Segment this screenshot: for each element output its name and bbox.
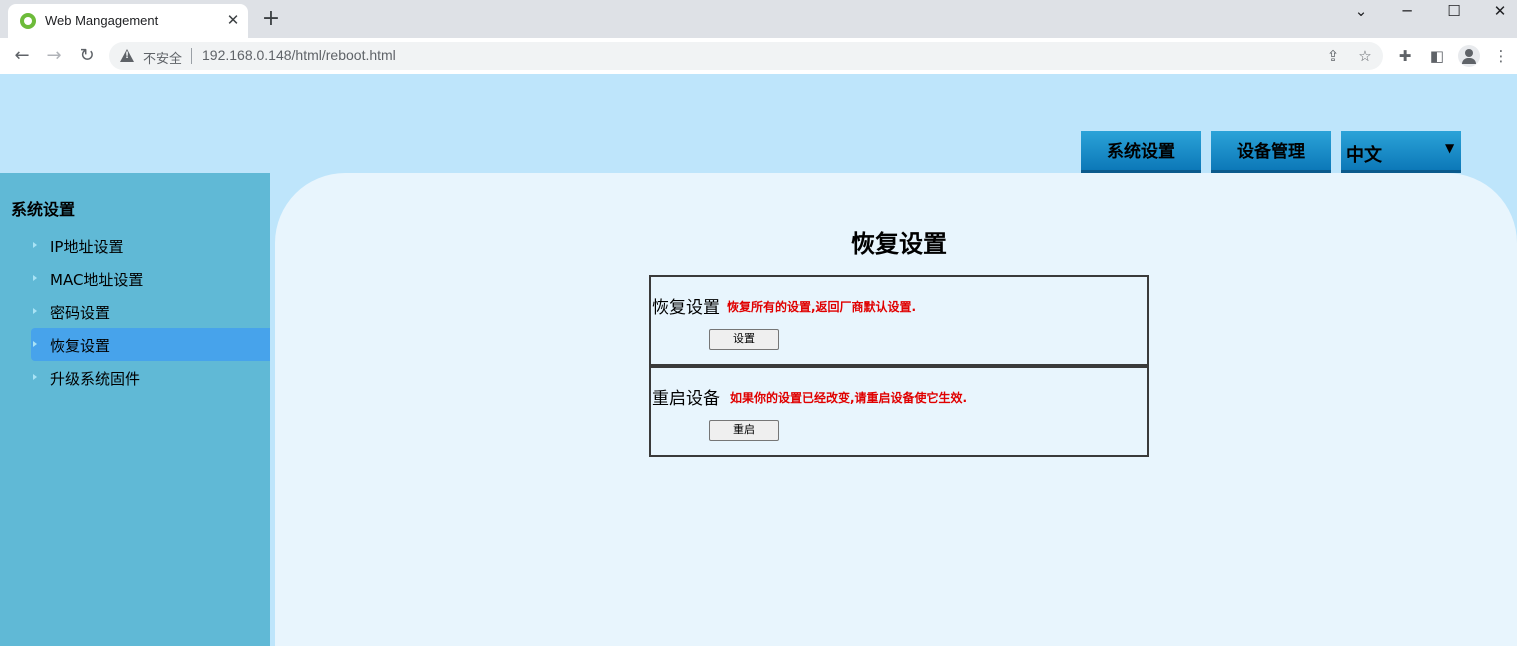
warning-icon[interactable] xyxy=(120,49,134,62)
new-tab-button[interactable]: + xyxy=(260,8,282,31)
nav-device-management[interactable]: 设备管理 xyxy=(1211,131,1331,173)
bullet-icon xyxy=(33,275,37,281)
restore-defaults-button[interactable]: 设置 xyxy=(709,329,779,350)
sidebar-item-label: MAC地址设置 xyxy=(50,271,144,289)
side-panel-icon[interactable]: ◧ xyxy=(1427,46,1447,66)
not-secure-label[interactable]: 不安全 xyxy=(143,48,182,67)
maximize-button[interactable]: ☐ xyxy=(1431,0,1477,24)
address-bar[interactable]: 不安全 192.168.0.148/html/reboot.html ⇪ ☆ xyxy=(109,42,1383,70)
tab-close-icon[interactable]: ✕ xyxy=(224,10,242,30)
close-window-button[interactable]: ✕ xyxy=(1477,0,1517,24)
restore-label: 恢复设置 xyxy=(652,298,720,318)
share-icon[interactable]: ⇪ xyxy=(1323,46,1343,66)
profile-icon[interactable] xyxy=(1458,45,1480,67)
sidebar: 系统设置 IP地址设置 MAC地址设置 密码设置 恢复设置 升级系统固件 xyxy=(0,173,270,646)
favicon-icon xyxy=(20,13,36,29)
forward-icon[interactable]: → xyxy=(42,44,66,68)
sidebar-item-ip[interactable]: IP地址设置 xyxy=(31,229,270,262)
sidebar-item-firmware[interactable]: 升级系统固件 xyxy=(31,361,270,394)
chevron-down-icon: ▼ xyxy=(1445,141,1455,155)
bullet-icon xyxy=(33,308,37,314)
menu-icon[interactable]: ⋮ xyxy=(1491,46,1511,66)
page-title: 恢复设置 xyxy=(851,230,947,258)
nav-system-settings[interactable]: 系统设置 xyxy=(1081,131,1201,173)
bullet-icon xyxy=(33,242,37,248)
reboot-label: 重启设备 xyxy=(652,389,720,409)
web-page: 系统设置 设备管理 中文 ▼ 系统设置 IP地址设置 MAC地址设置 密码设置 … xyxy=(0,74,1517,646)
star-icon[interactable]: ☆ xyxy=(1355,46,1375,66)
back-icon[interactable]: ← xyxy=(10,44,34,68)
tab-search-icon[interactable]: ⌄ xyxy=(1338,0,1384,24)
reload-icon[interactable]: ↻ xyxy=(75,44,99,68)
browser-tabstrip: Web Mangagement ✕ + ⌄ ─ ☐ ✕ xyxy=(0,0,1517,38)
bullet-icon xyxy=(33,341,37,347)
minimize-button[interactable]: ─ xyxy=(1384,0,1430,24)
extensions-icon[interactable]: ✚ xyxy=(1395,46,1415,66)
sidebar-item-label: 密码设置 xyxy=(50,304,111,322)
restore-description: 恢复所有的设置,返回厂商默认设置. xyxy=(727,300,917,314)
sidebar-item-label: 升级系统固件 xyxy=(50,370,141,388)
reboot-description: 如果你的设置已经改变,请重启设备使它生效. xyxy=(730,391,968,405)
sidebar-item-mac[interactable]: MAC地址设置 xyxy=(31,262,270,295)
tab-title: Web Mangagement xyxy=(45,13,159,28)
language-select[interactable]: 中文 ▼ xyxy=(1341,131,1461,173)
main-content: 恢复设置 恢复设置 恢复所有的设置,返回厂商默认设置. 设置 重启设备 如果你的… xyxy=(275,173,1517,646)
url-text[interactable]: 192.168.0.148/html/reboot.html xyxy=(202,47,396,63)
reboot-button[interactable]: 重启 xyxy=(709,420,779,441)
sidebar-item-password[interactable]: 密码设置 xyxy=(31,295,270,328)
language-value: 中文 xyxy=(1346,145,1382,166)
sidebar-item-label: 恢复设置 xyxy=(50,337,111,355)
reboot-panel: 重启设备 如果你的设置已经改变,请重启设备使它生效. 重启 xyxy=(649,366,1149,457)
omnibox-divider xyxy=(191,48,192,64)
browser-toolbar: ← → ↻ 不安全 192.168.0.148/html/reboot.html… xyxy=(0,38,1517,74)
restore-panel: 恢复设置 恢复所有的设置,返回厂商默认设置. 设置 xyxy=(649,275,1149,366)
sidebar-item-label: IP地址设置 xyxy=(50,238,124,256)
sidebar-item-restore[interactable]: 恢复设置 xyxy=(31,328,270,361)
browser-tab[interactable]: Web Mangagement ✕ xyxy=(8,4,248,38)
bullet-icon xyxy=(33,374,37,380)
sidebar-title: 系统设置 xyxy=(11,200,76,219)
